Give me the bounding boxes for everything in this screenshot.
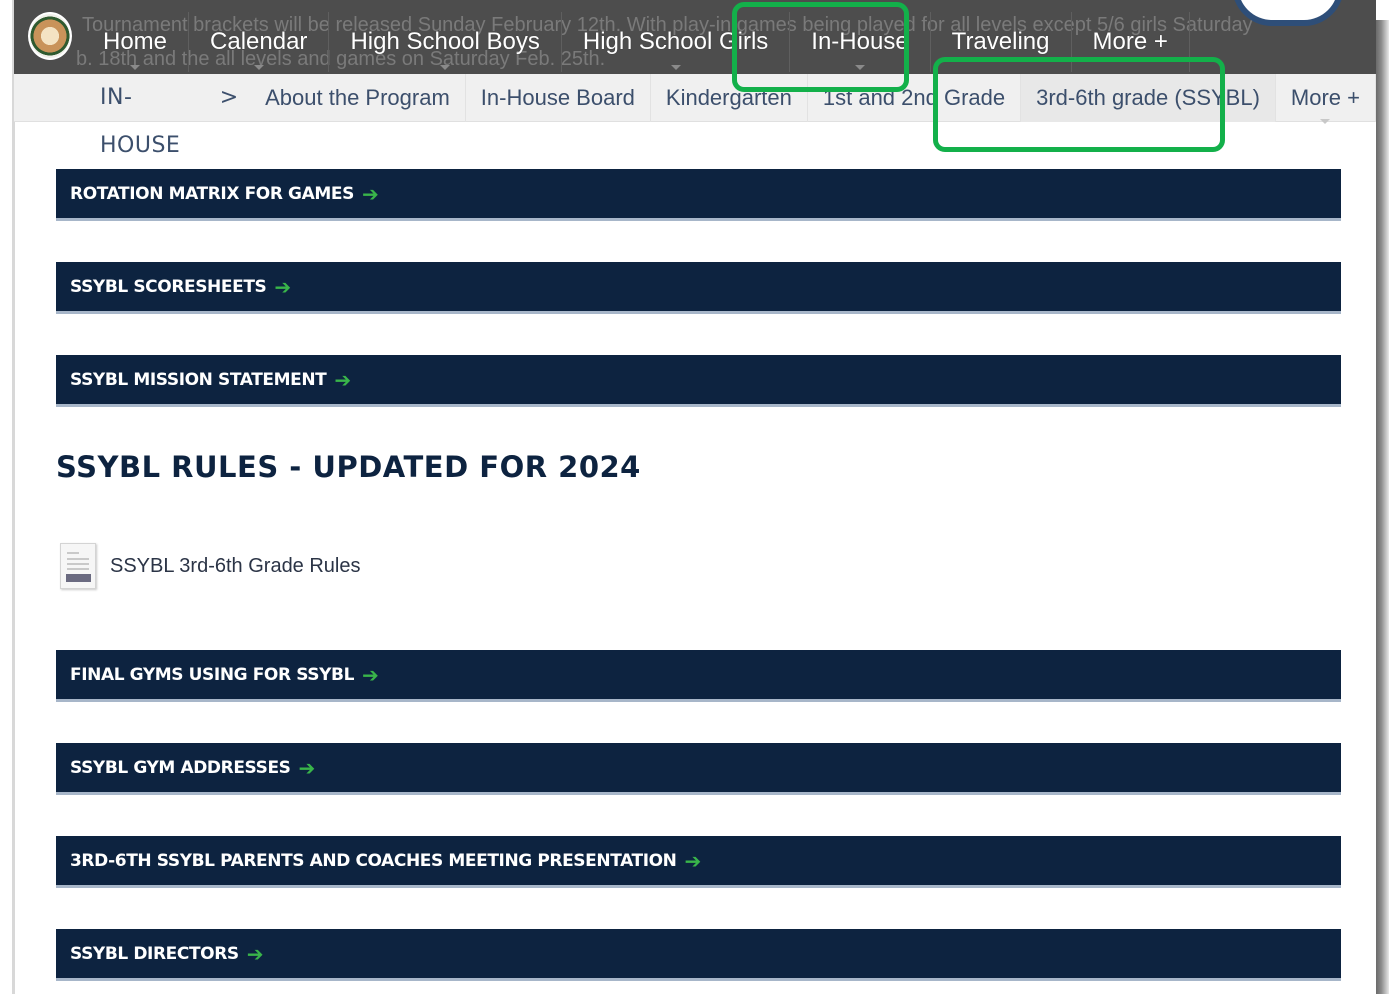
section-gym-addresses[interactable]: SSYBL GYM ADDRESSES ➔: [56, 743, 1341, 795]
chevron-right-icon: >: [219, 85, 239, 110]
arrow-right-icon: ➔: [684, 848, 702, 873]
arrow-right-icon: ➔: [298, 755, 316, 780]
sub-nav-item-about[interactable]: About the Program: [250, 74, 466, 122]
highlight-in-house: [732, 2, 909, 92]
section-title: SSYBL DIRECTORS: [70, 943, 239, 964]
nav-item-label: Calendar: [210, 28, 308, 55]
section-title: 3RD-6TH SSYBL PARENTS AND COACHES MEETIN…: [70, 850, 677, 871]
section-ssybl-mission-statement[interactable]: SSYBL MISSION STATEMENT ➔: [56, 355, 1341, 407]
arrow-right-icon: ➔: [334, 367, 352, 392]
page-right-shadow: [1376, 0, 1389, 994]
chevron-down-icon: [440, 65, 451, 70]
document-icon: [60, 543, 96, 589]
rules-heading: SSYBL RULES - UPDATED FOR 2024: [56, 450, 641, 484]
nav-item-home[interactable]: Home: [82, 12, 190, 72]
sub-nav-item-more[interactable]: More +: [1276, 74, 1376, 124]
document-name: SSYBL 3rd-6th Grade Rules: [110, 554, 361, 577]
nav-item-label: High School Boys: [350, 28, 540, 55]
nav-item-label: Home: [103, 28, 168, 55]
nav-item-high-school-boys[interactable]: High School Boys: [329, 12, 562, 72]
chevron-down-icon: [253, 65, 264, 70]
section-title: SSYBL MISSION STATEMENT: [70, 369, 327, 390]
section-title: FINAL GYMS USING FOR SSYBL: [70, 664, 355, 685]
arrow-right-icon: ➔: [361, 181, 379, 206]
section-title: SSYBL SCORESHEETS: [70, 276, 267, 297]
section-title: SSYBL GYM ADDRESSES: [70, 757, 291, 778]
chevron-down-icon: [130, 65, 141, 70]
arrow-right-icon: ➔: [246, 941, 264, 966]
sub-nav-item-in-house-board[interactable]: In-House Board: [466, 74, 651, 122]
section-meeting-presentation[interactable]: 3RD-6TH SSYBL PARENTS AND COACHES MEETIN…: [56, 836, 1341, 888]
chevron-down-icon: [1320, 119, 1331, 124]
page: Tournament brackets will be released Sun…: [0, 0, 1389, 994]
breadcrumb-in-house[interactable]: IN-HOUSE: [84, 74, 216, 158]
section-ssybl-scoresheets[interactable]: SSYBL SCORESHEETS ➔: [56, 262, 1341, 314]
highlight-3rd-6th-grade: [933, 57, 1225, 152]
section-rotation-matrix[interactable]: ROTATION MATRIX FOR GAMES ➔: [56, 169, 1341, 221]
arrow-right-icon: ➔: [274, 274, 292, 299]
rules-document-link[interactable]: SSYBL 3rd-6th Grade Rules: [60, 543, 361, 589]
nav-item-label: More +: [1092, 28, 1168, 55]
nav-item-label: Traveling: [951, 28, 1050, 55]
arrow-right-icon: ➔: [362, 662, 379, 687]
sub-nav-item-label: About the Program: [265, 85, 450, 110]
section-title: ROTATION MATRIX FOR GAMES: [70, 183, 354, 204]
page-right-corner: [1376, 0, 1389, 20]
section-ssybl-directors[interactable]: SSYBL DIRECTORS ➔: [56, 929, 1341, 981]
section-final-gyms[interactable]: FINAL GYMS USING FOR SSYBL ➔: [56, 650, 1341, 702]
sub-nav-item-label: More +: [1290, 85, 1360, 110]
page-left-shadow: [12, 0, 15, 994]
site-logo-icon[interactable]: [28, 12, 72, 60]
nav-item-calendar[interactable]: Calendar: [189, 12, 330, 72]
chevron-down-icon: [670, 65, 681, 70]
sub-nav-item-label: In-House Board: [480, 85, 635, 110]
